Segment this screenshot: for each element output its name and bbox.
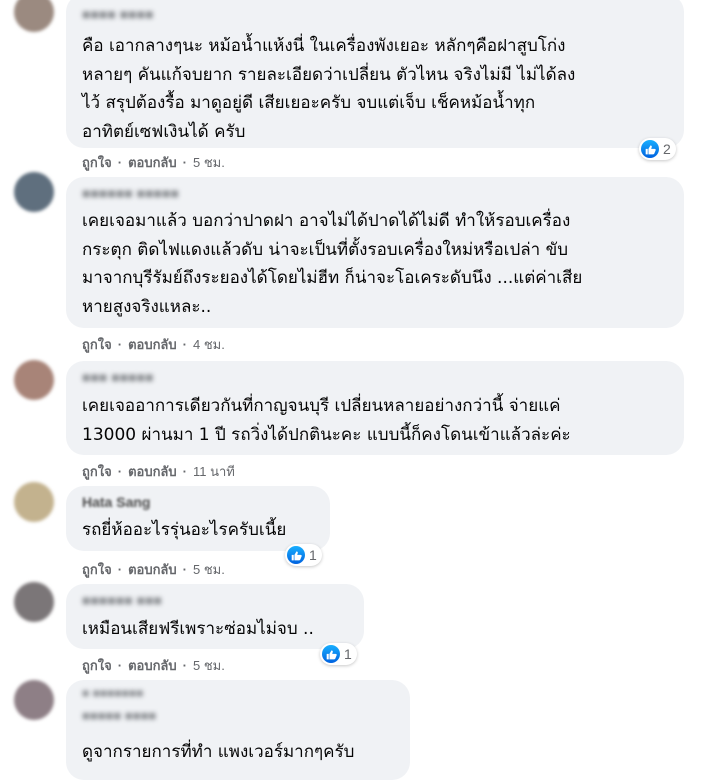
comment-author[interactable]: ■ ■■■■■■■: [82, 686, 143, 700]
comment-bubble: ■■■■■■ ■■■■■ เคยเจอมาแล้ว บอกว่าปาดฝา อา…: [66, 177, 684, 328]
comment-time[interactable]: 4 ชม.: [193, 337, 225, 352]
comment-text: เหมือนเสียฟรีเพราะซ่อมไม่จบ ..: [82, 619, 314, 639]
reply-button[interactable]: ตอบกลับ: [128, 337, 177, 352]
separator: ·: [182, 658, 187, 673]
comment-bubble: ■■■ ■■■■■ เคยเจออาการเดียวกันที่กาญจนบุร…: [66, 361, 684, 455]
comment-author[interactable]: ■■■■■■ ■■■: [82, 592, 162, 608]
comment-author[interactable]: ■■■ ■■■■■: [82, 369, 154, 385]
comment-text: เคยเจออาการเดียวกันที่กาญจนบุรี เปลี่ยนห…: [82, 396, 571, 445]
comment-bubble: ■■■■■■ ■■■ เหมือนเสียฟรีเพราะซ่อมไม่จบ .…: [66, 584, 364, 649]
comment-actions: ถูกใจ · ตอบกลับ · 11 นาที: [82, 461, 235, 482]
comment-text: คือ เอากลางๆนะ หม้อน้ำแห้งนี่ ในเครื่องพ…: [82, 36, 576, 142]
thumbs-up-icon: [641, 140, 659, 158]
reaction-count: 1: [309, 547, 317, 563]
separator: ·: [117, 155, 123, 170]
avatar[interactable]: [14, 582, 54, 622]
separator: ·: [182, 464, 187, 479]
comment-time[interactable]: 5 ชม.: [193, 155, 225, 170]
comment-author[interactable]: Hata Sang: [82, 494, 150, 510]
like-button[interactable]: ถูกใจ: [82, 464, 112, 479]
separator: ·: [117, 337, 123, 352]
comment-bubble: ■■■■ ■■■■ คือ เอากลางๆนะ หม้อน้ำแห้งนี่ …: [66, 0, 684, 148]
avatar[interactable]: [14, 0, 54, 32]
avatar[interactable]: [14, 482, 54, 522]
comment-text: ดูจากรายการที่ทำ แพงเวอร์มากๆครับ: [82, 742, 355, 762]
reply-button[interactable]: ตอบกลับ: [128, 155, 177, 170]
comment-actions: ถูกใจ · ตอบกลับ · 5 ชม.: [82, 655, 225, 676]
separator: ·: [182, 155, 187, 170]
comment-bubble: Hata Sang รถยี่ห้ออะไรรุ่นอะไรครับเนี้ย: [66, 486, 330, 551]
comment-author[interactable]: ■■■■■■ ■■■■■: [82, 185, 179, 201]
reaction-badge[interactable]: 1: [320, 643, 357, 665]
like-button[interactable]: ถูกใจ: [82, 155, 112, 170]
thumbs-up-icon: [287, 546, 305, 564]
like-button[interactable]: ถูกใจ: [82, 562, 112, 577]
reaction-badge[interactable]: 2: [639, 138, 676, 160]
comment-text: รถยี่ห้ออะไรรุ่นอะไรครับเนี้ย: [82, 520, 287, 540]
comment-time[interactable]: 11 นาที: [193, 464, 235, 479]
comment-time[interactable]: 5 ชม.: [193, 658, 225, 673]
reply-button[interactable]: ตอบกลับ: [128, 562, 177, 577]
separator: ·: [182, 337, 187, 352]
like-button[interactable]: ถูกใจ: [82, 658, 112, 673]
separator: ·: [117, 464, 123, 479]
thumbs-up-icon: [322, 645, 340, 663]
reaction-badge[interactable]: 1: [285, 544, 322, 566]
like-button[interactable]: ถูกใจ: [82, 337, 112, 352]
reaction-count: 2: [663, 141, 671, 157]
avatar[interactable]: [14, 360, 54, 400]
separator: ·: [182, 562, 187, 577]
reply-button[interactable]: ตอบกลับ: [128, 464, 177, 479]
comment-author[interactable]: ■■■■ ■■■■: [82, 6, 154, 22]
reaction-count: 1: [344, 646, 352, 662]
comment-author-secondary: ■■■■■ ■■■■: [82, 708, 157, 723]
comment-actions: ถูกใจ · ตอบกลับ · 4 ชม.: [82, 334, 225, 355]
separator: ·: [117, 562, 123, 577]
comment-time[interactable]: 5 ชม.: [193, 562, 225, 577]
comment-actions: ถูกใจ · ตอบกลับ · 5 ชม.: [82, 559, 225, 580]
avatar[interactable]: [14, 172, 54, 212]
reply-button[interactable]: ตอบกลับ: [128, 658, 177, 673]
comment-actions: ถูกใจ · ตอบกลับ · 5 ชม.: [82, 152, 225, 173]
avatar[interactable]: [14, 680, 54, 720]
comment-bubble: ■ ■■■■■■■ ■■■■■ ■■■■ ดูจากรายการที่ทำ แพ…: [66, 680, 410, 780]
separator: ·: [117, 658, 123, 673]
comment-text: เคยเจอมาแล้ว บอกว่าปาดฝา อาจไม่ได้ปาดได้…: [82, 211, 583, 317]
